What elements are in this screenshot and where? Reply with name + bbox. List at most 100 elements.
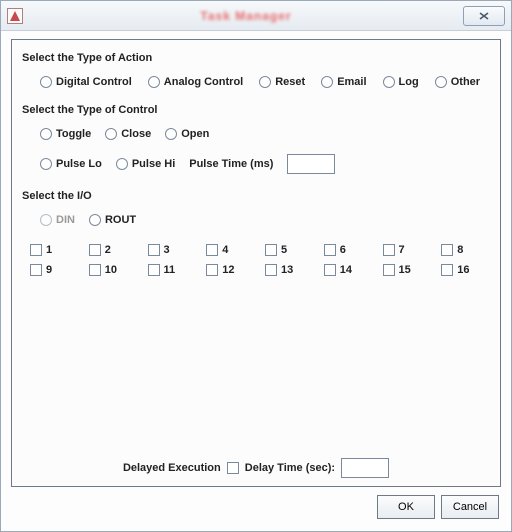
radio-label: DIN: [56, 214, 75, 226]
dialog-button-row: OK Cancel: [11, 487, 501, 521]
radio-log[interactable]: Log: [383, 76, 419, 88]
radio-icon: [165, 128, 177, 140]
pulse-time-label: Pulse Time (ms): [189, 158, 273, 170]
check-io-4[interactable]: 4: [206, 244, 255, 256]
io-section-label: Select the I/O: [22, 190, 490, 202]
check-label: 14: [340, 264, 352, 276]
radio-rout[interactable]: ROUT: [89, 214, 136, 226]
radio-analog-control[interactable]: Analog Control: [148, 76, 243, 88]
radio-label: ROUT: [105, 214, 136, 226]
radio-icon: [105, 128, 117, 140]
radio-pulse-lo[interactable]: Pulse Lo: [40, 158, 102, 170]
main-panel: Select the Type of Action Digital Contro…: [11, 39, 501, 487]
radio-icon: [435, 76, 447, 88]
check-label: 1: [46, 244, 52, 256]
radio-pulse-hi[interactable]: Pulse Hi: [116, 158, 175, 170]
close-icon: [477, 11, 491, 21]
check-label: 4: [222, 244, 228, 256]
radio-label: Email: [337, 76, 366, 88]
checkbox-icon: [89, 264, 101, 276]
delay-time-input[interactable]: [341, 458, 389, 478]
control-radio-row-1: Toggle Close Open: [40, 128, 490, 140]
checkbox-icon: [89, 244, 101, 256]
io-channel-grid: 1 2 3 4 5 6 7 8 9 10 11 12 13 14 15 16: [30, 244, 490, 276]
radio-label: Analog Control: [164, 76, 243, 88]
checkbox-icon: [30, 244, 42, 256]
radio-label: Digital Control: [56, 76, 132, 88]
ok-button[interactable]: OK: [377, 495, 435, 519]
check-io-7[interactable]: 7: [383, 244, 432, 256]
radio-label: Toggle: [56, 128, 91, 140]
dialog-window: Task Manager Select the Type of Action D…: [0, 0, 512, 532]
check-label: 12: [222, 264, 234, 276]
checkbox-icon: [265, 264, 277, 276]
check-io-15[interactable]: 15: [383, 264, 432, 276]
checkbox-icon: [265, 244, 277, 256]
radio-icon: [148, 76, 160, 88]
radio-icon: [89, 214, 101, 226]
check-io-12[interactable]: 12: [206, 264, 255, 276]
check-label: 2: [105, 244, 111, 256]
radio-label: Pulse Lo: [56, 158, 102, 170]
radio-icon: [116, 158, 128, 170]
check-label: 9: [46, 264, 52, 276]
delay-time-label: Delay Time (sec):: [245, 462, 335, 474]
delayed-execution-label: Delayed Execution: [123, 462, 221, 474]
control-radio-row-2: Pulse Lo Pulse Hi Pulse Time (ms): [40, 154, 490, 174]
check-label: 16: [457, 264, 469, 276]
check-io-14[interactable]: 14: [324, 264, 373, 276]
radio-icon: [321, 76, 333, 88]
radio-label: Pulse Hi: [132, 158, 175, 170]
delayed-execution-checkbox[interactable]: [227, 462, 239, 474]
check-label: 11: [164, 264, 176, 276]
check-label: 8: [457, 244, 463, 256]
radio-other[interactable]: Other: [435, 76, 480, 88]
check-label: 7: [399, 244, 405, 256]
pulse-time-input[interactable]: [287, 154, 335, 174]
check-label: 15: [399, 264, 411, 276]
window-close-button[interactable]: [463, 6, 505, 26]
content-area: Select the Type of Action Digital Contro…: [1, 31, 511, 531]
checkbox-icon: [206, 264, 218, 276]
checkbox-icon: [227, 462, 239, 474]
delay-row: Delayed Execution Delay Time (sec):: [22, 446, 490, 478]
check-io-3[interactable]: 3: [148, 244, 197, 256]
cancel-button[interactable]: Cancel: [441, 495, 499, 519]
check-io-16[interactable]: 16: [441, 264, 490, 276]
check-io-9[interactable]: 9: [30, 264, 79, 276]
checkbox-icon: [148, 264, 160, 276]
app-icon: [7, 8, 23, 24]
checkbox-icon: [324, 264, 336, 276]
radio-icon: [259, 76, 271, 88]
radio-close[interactable]: Close: [105, 128, 151, 140]
check-io-10[interactable]: 10: [89, 264, 138, 276]
check-io-6[interactable]: 6: [324, 244, 373, 256]
check-label: 5: [281, 244, 287, 256]
check-io-1[interactable]: 1: [30, 244, 79, 256]
radio-open[interactable]: Open: [165, 128, 209, 140]
check-io-8[interactable]: 8: [441, 244, 490, 256]
check-label: 13: [281, 264, 293, 276]
checkbox-icon: [441, 264, 453, 276]
action-radio-row: Digital Control Analog Control Reset Ema…: [40, 76, 490, 88]
checkbox-icon: [383, 264, 395, 276]
radio-toggle[interactable]: Toggle: [40, 128, 91, 140]
check-io-5[interactable]: 5: [265, 244, 314, 256]
check-io-2[interactable]: 2: [89, 244, 138, 256]
radio-email[interactable]: Email: [321, 76, 366, 88]
radio-icon: [40, 214, 52, 226]
window-title: Task Manager: [29, 9, 463, 23]
checkbox-icon: [30, 264, 42, 276]
checkbox-icon: [148, 244, 160, 256]
radio-digital-control[interactable]: Digital Control: [40, 76, 132, 88]
check-label: 6: [340, 244, 346, 256]
title-bar: Task Manager: [1, 1, 511, 31]
check-io-11[interactable]: 11: [148, 264, 197, 276]
action-section-label: Select the Type of Action: [22, 52, 490, 64]
radio-icon: [383, 76, 395, 88]
check-label: 3: [164, 244, 170, 256]
radio-label: Reset: [275, 76, 305, 88]
radio-reset[interactable]: Reset: [259, 76, 305, 88]
radio-icon: [40, 76, 52, 88]
check-io-13[interactable]: 13: [265, 264, 314, 276]
